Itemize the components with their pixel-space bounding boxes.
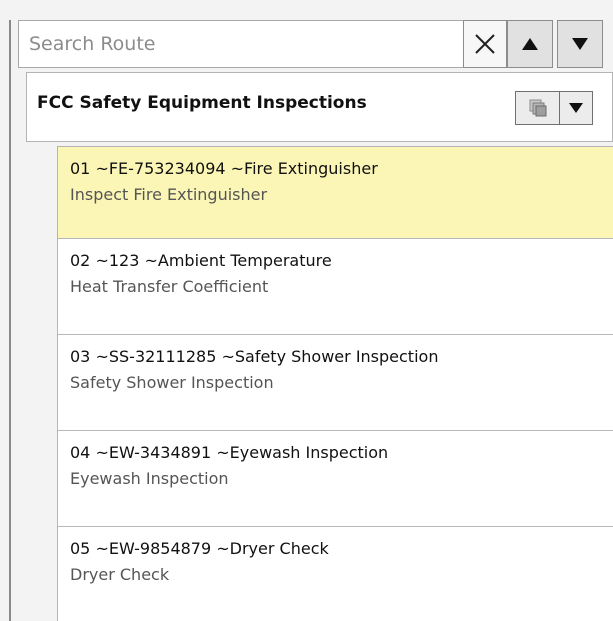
search-input[interactable] bbox=[18, 20, 464, 68]
triangle-down-icon bbox=[569, 103, 583, 113]
item-subtitle: Eyewash Inspection bbox=[70, 469, 229, 488]
route-menu-dropdown[interactable] bbox=[560, 92, 592, 124]
item-subtitle: Heat Transfer Coefficient bbox=[70, 277, 269, 296]
copy-route-button[interactable] bbox=[516, 92, 560, 124]
list-item-04[interactable]: 04 ~EW-3434891 ~Eyewash Inspection Eyewa… bbox=[58, 431, 613, 527]
clear-search-button[interactable] bbox=[463, 20, 507, 68]
list-item-01[interactable]: 01 ~FE-753234094 ~Fire Extinguisher Insp… bbox=[58, 147, 613, 239]
item-subtitle: Safety Shower Inspection bbox=[70, 373, 274, 392]
route-tools bbox=[515, 91, 593, 125]
tree-guide-line bbox=[9, 20, 11, 621]
item-title: 01 ~FE-753234094 ~Fire Extinguisher bbox=[70, 159, 378, 178]
item-title: 02 ~123 ~Ambient Temperature bbox=[70, 251, 332, 270]
list-item-05[interactable]: 05 ~EW-9854879 ~Dryer Check Dryer Check bbox=[58, 527, 613, 621]
item-title: 03 ~SS-32111285 ~Safety Shower Inspectio… bbox=[70, 347, 439, 366]
copy-icon bbox=[529, 99, 546, 117]
item-subtitle: Dryer Check bbox=[70, 565, 170, 584]
close-icon bbox=[475, 34, 495, 54]
next-result-button[interactable] bbox=[557, 20, 603, 68]
route-step-list: 01 ~FE-753234094 ~Fire Extinguisher Insp… bbox=[57, 146, 613, 621]
list-item-03[interactable]: 03 ~SS-32111285 ~Safety Shower Inspectio… bbox=[58, 335, 613, 431]
route-header: FCC Safety Equipment Inspections bbox=[26, 72, 613, 142]
previous-result-button[interactable] bbox=[507, 20, 553, 68]
item-title: 05 ~EW-9854879 ~Dryer Check bbox=[70, 539, 329, 558]
list-item-02[interactable]: 02 ~123 ~Ambient Temperature Heat Transf… bbox=[58, 239, 613, 335]
item-title: 04 ~EW-3434891 ~Eyewash Inspection bbox=[70, 443, 389, 462]
item-subtitle: Inspect Fire Extinguisher bbox=[70, 185, 268, 204]
search-bar bbox=[18, 20, 613, 68]
route-title: FCC Safety Equipment Inspections bbox=[37, 93, 367, 113]
triangle-up-icon bbox=[522, 38, 538, 50]
triangle-down-icon bbox=[572, 38, 588, 50]
